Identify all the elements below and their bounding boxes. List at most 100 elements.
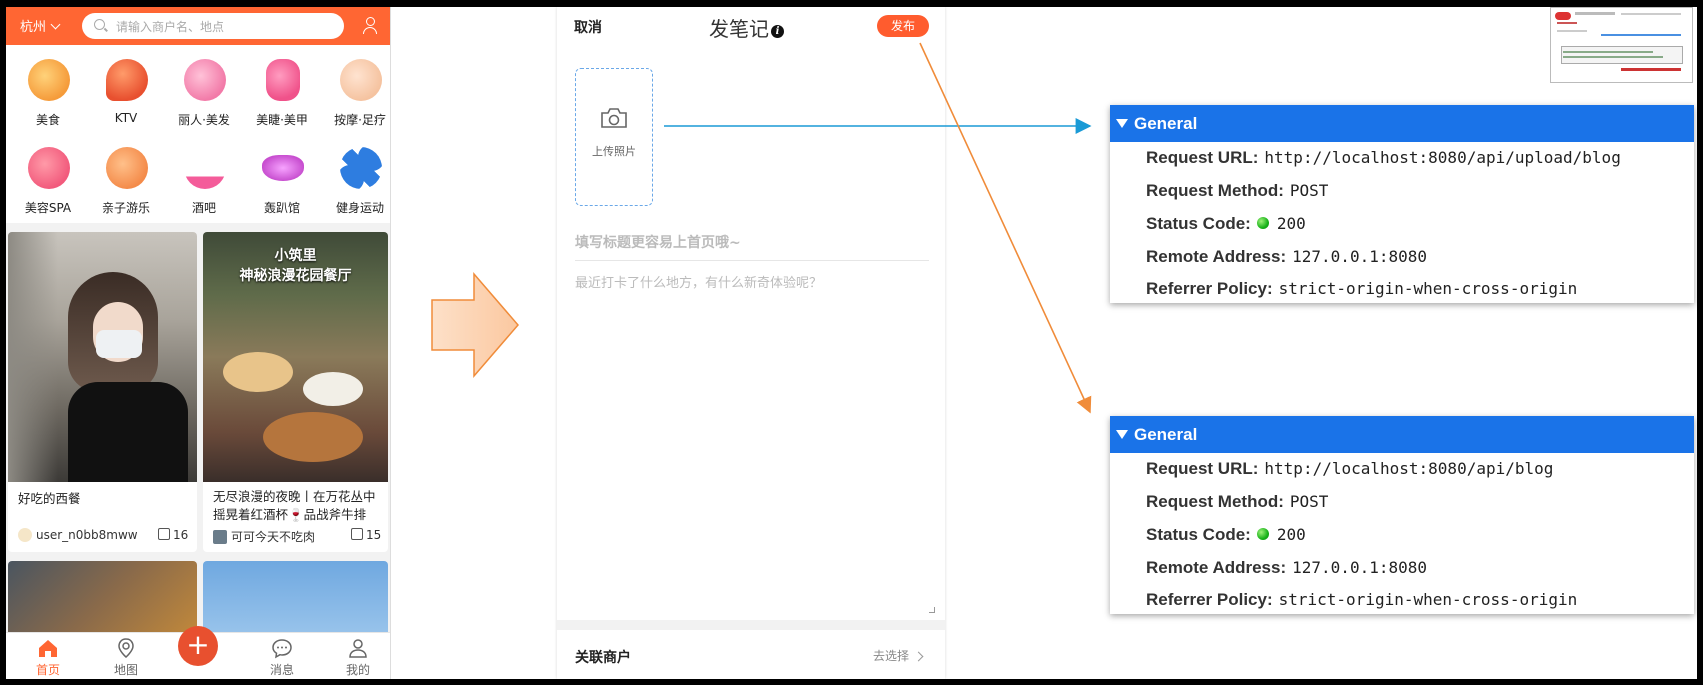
- request-general-panel: General Request URL: http://localhost:808…: [1110, 105, 1694, 303]
- cocktail-icon: [184, 147, 226, 189]
- cancel-button[interactable]: 取消: [574, 17, 602, 37]
- category-hair[interactable]: 丽人·美发: [166, 51, 242, 137]
- bottom-tab-bar: 首页 地图 + 消息 我的: [6, 626, 390, 679]
- request-url-row: Request URL: http://localhost:8080/api/up…: [1146, 148, 1621, 167]
- choose-shop-link[interactable]: 去选择: [873, 647, 924, 664]
- request-general-panel: General Request URL: http://localhost:808…: [1110, 416, 1694, 614]
- category-food[interactable]: 美食: [10, 51, 86, 137]
- category-label: 美食: [35, 113, 60, 127]
- note-photo: 小筑里 神秘浪漫花园餐厅: [203, 232, 388, 482]
- city-label: 杭州: [20, 20, 47, 35]
- category-spa[interactable]: 美容SPA: [10, 139, 86, 225]
- tab-label: 地图: [113, 663, 138, 677]
- panel-header[interactable]: General: [1110, 105, 1694, 142]
- dumbbell-icon: [340, 147, 382, 189]
- category-label: 轰趴馆: [263, 201, 300, 215]
- note-author: user_n0bb8mww: [18, 528, 138, 542]
- note-feed: 好吃的西餐 user_n0bb8mww 16 小筑里 神秘浪漫花园餐厅 无尽浪漫…: [6, 223, 390, 679]
- publish-button[interactable]: 发布: [877, 15, 929, 37]
- app-home-screen: 杭州 请输入商户名、地点 美食 KTV 丽人·美发 美睫·美甲 按摩·足疗 美容…: [6, 7, 391, 679]
- like-count[interactable]: 15: [351, 528, 381, 542]
- city-selector[interactable]: 杭州: [20, 16, 61, 35]
- tab-home[interactable]: 首页: [18, 637, 78, 678]
- like-count[interactable]: 16: [158, 528, 188, 542]
- expand-triangle-icon: [1116, 430, 1128, 439]
- note-photo: [8, 561, 197, 641]
- avatar: [18, 528, 32, 542]
- home-icon: [39, 640, 57, 657]
- roast-chicken-icon: [28, 59, 70, 101]
- tab-label: 消息: [269, 663, 294, 677]
- tab-label: 我的: [345, 663, 370, 677]
- status-code-row: Status Code: 200: [1146, 525, 1306, 544]
- note-card[interactable]: 好吃的西餐 user_n0bb8mww 16: [8, 232, 197, 552]
- upload-photo-button[interactable]: 上传照片: [575, 68, 653, 206]
- photo-caption: 神秘浪漫花园餐厅: [239, 268, 352, 284]
- chevron-down-icon: [50, 19, 61, 30]
- hair-salon-icon: [184, 59, 226, 101]
- map-pin-icon: [118, 638, 134, 658]
- status-code-row: Status Code: 200: [1146, 214, 1306, 233]
- note-card[interactable]: [8, 561, 197, 641]
- remote-address-row: Remote Address: 127.0.0.1:8080: [1146, 558, 1427, 577]
- request-method-row: Request Method: POST: [1146, 492, 1329, 511]
- flow-arrow-icon: [431, 272, 519, 378]
- publish-note-screen: 取消 发笔记 i 发布 上传照片 填写标题更容易上首页哦~ 最近打卡了什么地方，有…: [557, 7, 945, 679]
- tab-label: 首页: [35, 663, 60, 677]
- photo-caption: 小筑里: [274, 248, 317, 264]
- search-input[interactable]: 请输入商户名、地点: [82, 13, 344, 39]
- category-label: KTV: [114, 111, 138, 125]
- referrer-policy-row: Referrer Policy: strict-origin-when-cross…: [1146, 590, 1578, 609]
- note-photo: [203, 561, 388, 641]
- camera-icon: [601, 108, 627, 128]
- content-textarea[interactable]: 最近打卡了什么地方，有什么新奇体验呢？: [575, 272, 822, 291]
- add-note-button[interactable]: +: [178, 626, 218, 666]
- status-ok-icon: [1256, 528, 1269, 540]
- title-input[interactable]: 填写标题更容易上首页哦~: [575, 232, 929, 261]
- expand-triangle-icon: [1116, 119, 1128, 128]
- category-grid: 美食 KTV 丽人·美发 美睫·美甲 按摩·足疗 美容SPA 亲子游乐 酒吧 轰…: [6, 45, 390, 223]
- category-label: 美睫·美甲: [256, 113, 308, 127]
- category-label: 美容SPA: [24, 201, 72, 215]
- family-icon: [106, 147, 148, 189]
- thumbs-up-icon: [158, 528, 170, 540]
- thumbnail-screenshot: [1550, 7, 1693, 83]
- chat-icon: [272, 639, 292, 659]
- massage-icon: [340, 59, 382, 101]
- resize-handle-icon[interactable]: [929, 607, 935, 613]
- top-bar: 杭州 请输入商户名、地点: [6, 7, 390, 45]
- note-card[interactable]: 小筑里 神秘浪漫花园餐厅 无尽浪漫的夜晚丨在万花丛中摇晃着红酒杯🍷品战斧牛排 可…: [203, 232, 388, 552]
- search-icon: [94, 19, 105, 30]
- info-icon[interactable]: i: [771, 25, 784, 38]
- request-url-row: Request URL: http://localhost:8080/api/bl…: [1146, 459, 1554, 478]
- category-nails[interactable]: 美睫·美甲: [244, 51, 320, 137]
- section-divider: [557, 620, 945, 630]
- note-author: 可可今天不吃肉: [213, 528, 315, 545]
- avatar: [213, 530, 227, 544]
- tab-messages[interactable]: 消息: [252, 637, 312, 678]
- category-label: 亲子游乐: [101, 201, 150, 215]
- user-icon[interactable]: [362, 16, 378, 34]
- category-ktv[interactable]: KTV: [88, 51, 164, 137]
- tab-profile[interactable]: 我的: [328, 637, 388, 678]
- panel-header[interactable]: General: [1110, 416, 1694, 453]
- nail-icon: [266, 59, 300, 101]
- category-label: 按摩·足疗: [334, 113, 386, 127]
- note-title: 无尽浪漫的夜晚丨在万花丛中摇晃着红酒杯🍷品战斧牛排: [213, 489, 376, 522]
- category-family[interactable]: 亲子游乐: [88, 139, 164, 225]
- related-shop-label: 关联商户: [575, 650, 631, 666]
- upload-label: 上传照片: [592, 145, 636, 158]
- note-card[interactable]: [203, 561, 388, 641]
- thumbs-up-icon: [351, 528, 363, 540]
- category-fitness[interactable]: 健身运动: [322, 139, 390, 225]
- category-party[interactable]: 轰趴馆: [244, 139, 320, 225]
- category-label: 丽人·美发: [178, 113, 230, 127]
- referrer-policy-row: Referrer Policy: strict-origin-when-cross…: [1146, 279, 1578, 298]
- user-icon: [349, 639, 367, 658]
- microphone-icon: [106, 59, 148, 101]
- category-massage[interactable]: 按摩·足疗: [322, 51, 390, 137]
- tab-map[interactable]: 地图: [96, 637, 156, 678]
- face-mask-icon: [28, 147, 70, 189]
- category-bar[interactable]: 酒吧: [166, 139, 242, 225]
- category-label: 健身运动: [335, 201, 384, 215]
